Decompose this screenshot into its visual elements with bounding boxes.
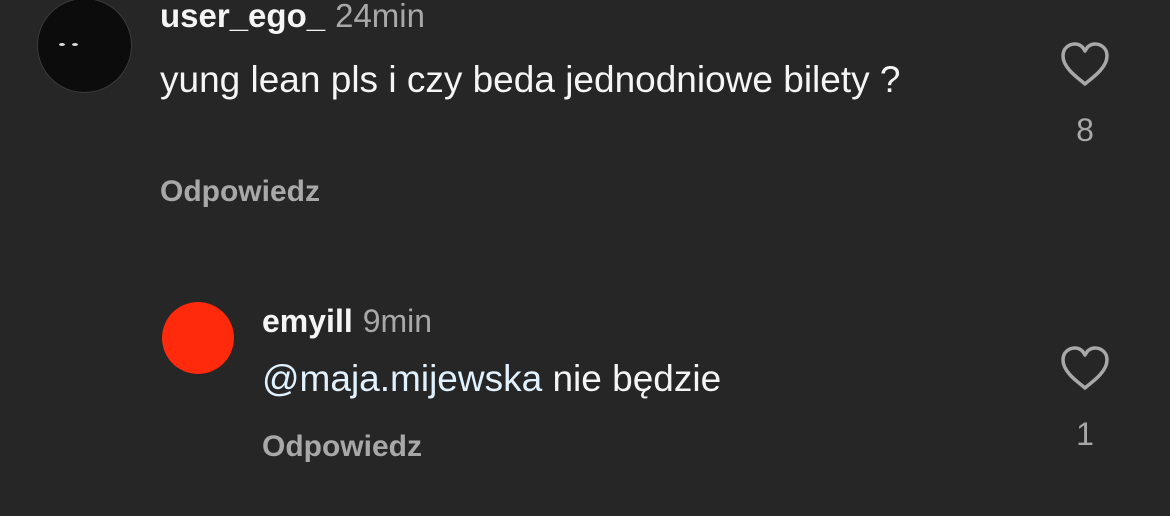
like-count: 1 (1076, 416, 1094, 452)
avatar-eye (59, 43, 65, 46)
comment-time: 24min (335, 0, 425, 34)
avatar[interactable] (37, 0, 132, 93)
comment-text-content: nie będzie (542, 358, 722, 399)
comment-username[interactable]: user_ego_ (160, 0, 325, 34)
comment-text: yung lean pls i czy beda jednodniowe bil… (160, 59, 901, 100)
avatar-eye (72, 43, 78, 46)
reply-button[interactable]: Odpowiedz (160, 174, 320, 210)
like-count: 8 (1076, 112, 1094, 148)
comment-text: @maja.mijewska nie będzie (262, 355, 721, 402)
comments-screen: user_ego_ 24min yung lean pls i czy beda … (0, 0, 1170, 516)
like-control: 8 (1053, 40, 1117, 148)
mention-link[interactable]: @maja.mijewska (262, 358, 542, 399)
reply-button[interactable]: Odpowiedz (262, 429, 422, 465)
heart-outline-icon[interactable] (1059, 344, 1111, 392)
comment-username[interactable]: emyill (262, 303, 353, 339)
comment-header: user_ego_ 24min (160, 0, 425, 45)
avatar[interactable] (162, 302, 234, 374)
like-control: 1 (1053, 344, 1117, 452)
comment-header: emyill 9min (262, 299, 432, 350)
comment-time: 9min (362, 303, 433, 339)
heart-outline-icon[interactable] (1059, 40, 1111, 88)
